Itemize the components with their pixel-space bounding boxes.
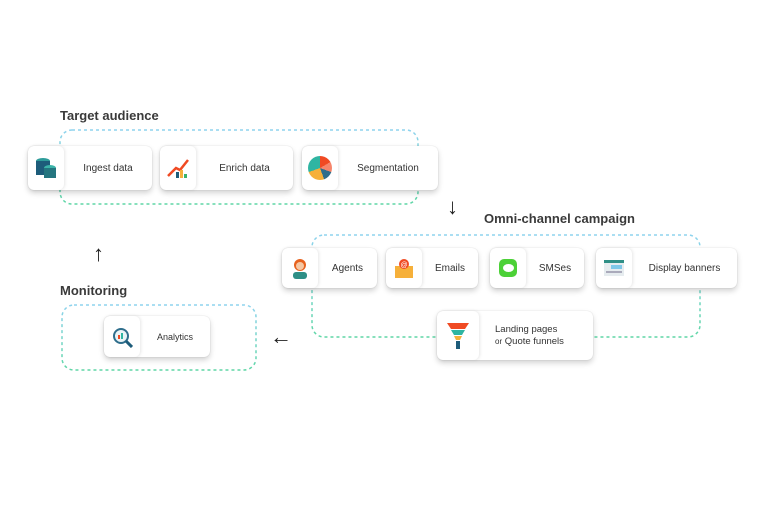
arrow-left-icon: ← — [270, 324, 292, 349]
card-landing-pages[interactable]: Landing pages or Quote funnels — [437, 311, 593, 360]
analytics-magnifier-icon — [104, 316, 140, 357]
card-analytics[interactable]: Analytics — [104, 316, 210, 357]
email-icon: @ — [386, 248, 422, 288]
arrow-up-icon: ↑ — [93, 241, 104, 266]
sms-icon — [490, 248, 526, 288]
landing-line2: Quote funnels — [504, 335, 564, 347]
card-agents[interactable]: Agents — [282, 248, 377, 288]
card-label: Enrich data — [219, 162, 270, 174]
card-display-banners[interactable]: Display banners — [596, 248, 737, 288]
card-label: SMSes — [538, 262, 572, 274]
card-label: Ingest data — [83, 162, 133, 174]
card-ingest-data[interactable]: Ingest data — [28, 146, 152, 190]
card-label: Analytics — [156, 331, 193, 342]
omni-channel-title: Omni-channel campaign — [484, 211, 635, 226]
arrow-down-icon: ↓ — [447, 194, 458, 219]
landing-line1: Landing pages — [495, 323, 558, 335]
banner-icon — [596, 248, 632, 288]
database-icon — [28, 146, 64, 190]
card-segmentation[interactable]: Segmentation — [302, 146, 438, 190]
card-label: Agents — [331, 262, 364, 274]
landing-or: or — [495, 336, 503, 346]
pie-chart-icon — [302, 146, 338, 190]
funnel-icon — [437, 311, 479, 360]
growth-chart-icon — [160, 146, 196, 190]
svg-text:@: @ — [400, 262, 407, 269]
card-label: Emails — [434, 262, 465, 274]
monitoring-title: Monitoring — [60, 283, 128, 298]
target-audience-title: Target audience — [60, 108, 159, 123]
card-enrich-data[interactable]: Enrich data — [160, 146, 293, 190]
card-label: Display banners — [648, 262, 721, 274]
card-label: Segmentation — [357, 162, 419, 174]
agent-icon — [282, 248, 318, 288]
landing-label: Landing pages or Quote funnels — [479, 324, 593, 348]
card-smses[interactable]: SMSes — [490, 248, 584, 288]
card-emails[interactable]: @ Emails — [386, 248, 478, 288]
